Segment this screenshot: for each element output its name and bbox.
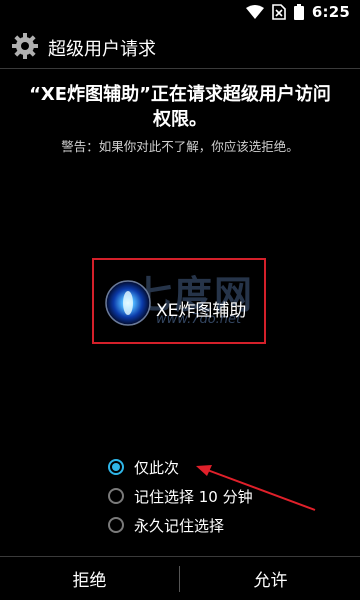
status-bar: 6:25 bbox=[0, 0, 360, 24]
radio-once[interactable] bbox=[108, 459, 124, 475]
radio-remember-10min[interactable] bbox=[108, 488, 124, 504]
battery-icon bbox=[293, 4, 304, 20]
gear-icon bbox=[12, 33, 38, 59]
wifi-icon bbox=[245, 5, 264, 19]
option-once-label: 仅此次 bbox=[134, 458, 180, 477]
option-once[interactable]: 仅此次 bbox=[108, 455, 179, 479]
app-info-box: 七度网 www.7do.net XE炸图辅助 bbox=[92, 258, 266, 344]
dialog-header: 超级用户请求 bbox=[0, 24, 360, 68]
no-sim-icon bbox=[272, 4, 286, 20]
app-icon bbox=[105, 280, 151, 326]
radio-remember-forever[interactable] bbox=[108, 517, 124, 533]
dialog-title: 超级用户请求 bbox=[48, 39, 156, 60]
header-divider bbox=[0, 68, 360, 69]
option-remember-forever[interactable]: 永久记住选择 bbox=[108, 513, 224, 537]
option-remember-forever-label: 永久记住选择 bbox=[134, 516, 225, 535]
status-time: 6:25 bbox=[311, 3, 350, 21]
deny-button[interactable]: 拒绝 bbox=[0, 557, 179, 600]
annotation-arrow bbox=[196, 465, 316, 511]
warning-text: 警告：如果你对此不了解，你应该选拒绝。 bbox=[61, 139, 299, 154]
button-separator bbox=[179, 566, 180, 592]
allow-button[interactable]: 允许 bbox=[181, 557, 360, 600]
request-message: “XE炸图辅助”正在请求超级用户访问权限。 bbox=[29, 84, 331, 130]
app-name: XE炸图辅助 bbox=[156, 301, 247, 321]
